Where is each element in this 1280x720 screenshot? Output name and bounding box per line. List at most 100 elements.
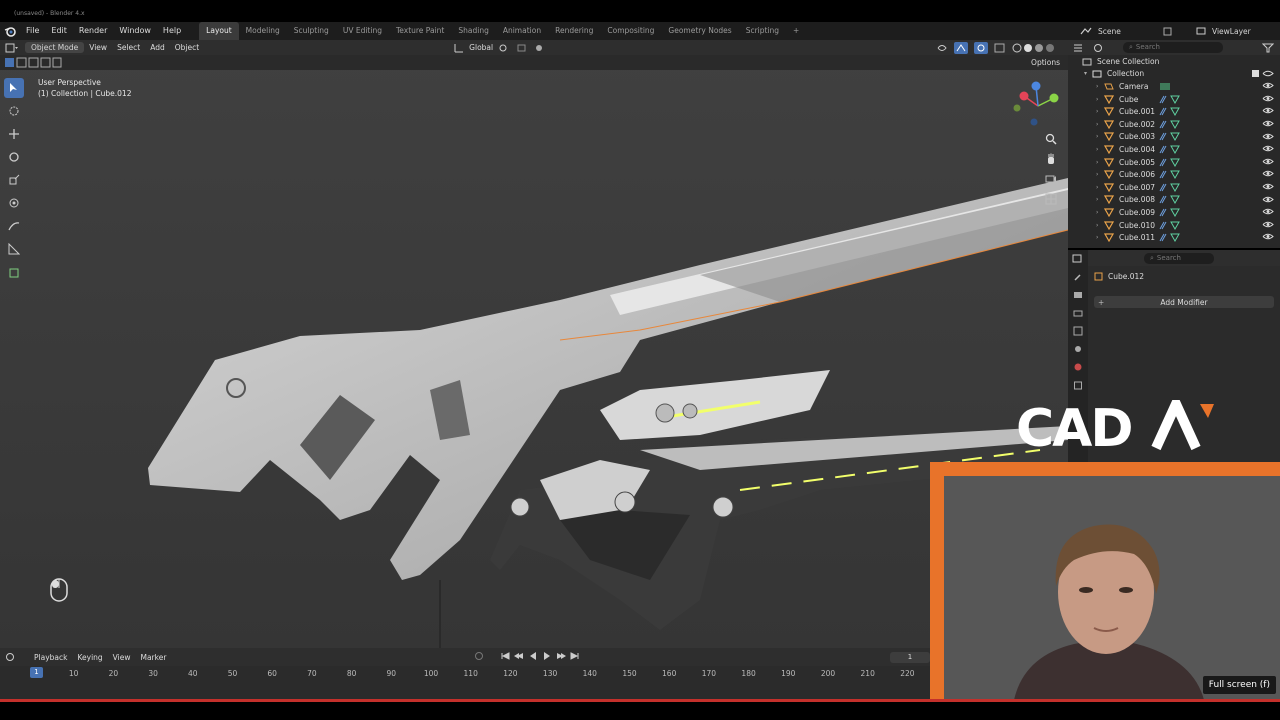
tab-geometry-nodes[interactable]: Geometry Nodes [661,22,738,40]
transform-tool[interactable] [4,193,24,213]
object-mode-dropdown[interactable]: Object Mode [25,42,85,53]
timeline-menu-marker[interactable]: Marker [135,653,171,662]
timeline-menu-keying[interactable]: Keying [72,653,107,662]
eye-icon[interactable] [1262,195,1274,204]
eye-icon[interactable] [1262,232,1274,241]
eye-icon[interactable] [1262,106,1274,115]
expand-arrow-icon[interactable]: › [1096,196,1104,203]
expand-arrow-icon[interactable]: › [1096,108,1104,115]
zoom-button[interactable] [1042,130,1060,148]
expand-arrow-icon[interactable]: › [1096,96,1104,103]
tab-texture-paint[interactable]: Texture Paint [389,22,451,40]
eye-icon[interactable] [1262,132,1274,141]
prev-keyframe-icon[interactable] [514,651,524,661]
viewport-menu-view[interactable]: View [84,43,112,52]
filter-icon[interactable] [1262,43,1274,53]
tab-render[interactable] [1068,286,1088,304]
viewlayer-selector[interactable]: ViewLayer [1196,22,1251,40]
visibility-icon[interactable] [936,43,948,53]
expand-arrow-icon[interactable]: › [1096,171,1104,178]
outliner-collection[interactable]: ▾ Collection [1068,68,1280,81]
outliner-scene-collection[interactable]: Scene Collection [1068,55,1280,68]
expand-arrow-icon[interactable]: › [1096,209,1104,216]
tab-compositing[interactable]: Compositing [600,22,661,40]
next-keyframe-icon[interactable] [556,651,566,661]
timeline-ruler[interactable]: 10 20 30 40 50 60 70 80 90 100 110 120 130 140 150 160 1… [0,668,930,682]
tab-rendering[interactable]: Rendering [548,22,600,40]
menu-edit[interactable]: Edit [45,22,73,40]
eye-icon[interactable] [1262,157,1274,166]
tab-scene[interactable] [1068,340,1088,358]
tab-animation[interactable]: Animation [496,22,548,40]
eye-icon[interactable] [1262,119,1274,128]
tab-tool-settings[interactable] [1068,268,1088,286]
add-cube-tool[interactable] [4,262,24,282]
blender-logo-icon[interactable] [0,22,20,40]
scene-selector[interactable]: Scene [1080,22,1172,40]
eye-icon[interactable] [1262,94,1274,103]
viewport-menu-object[interactable]: Object [170,43,204,52]
expand-arrow-icon[interactable]: › [1096,222,1104,229]
expand-arrow-icon[interactable]: › [1096,184,1104,191]
outliner-item[interactable]: › Cube.005 [1068,156,1280,169]
tab-world[interactable] [1068,358,1088,376]
move-tool[interactable] [4,124,24,144]
eye-icon[interactable] [1262,220,1274,229]
expand-arrow-icon[interactable]: ▾ [1084,70,1092,77]
outliner-item[interactable]: › Cube.008 [1068,194,1280,207]
menu-render[interactable]: Render [73,22,113,40]
expand-arrow-icon[interactable]: › [1096,146,1104,153]
rotate-tool[interactable] [4,147,24,167]
gizmo-toggle-icon[interactable] [954,41,968,54]
viewport-menu-select[interactable]: Select [112,43,145,52]
camera-view-button[interactable] [1042,170,1060,188]
3d-viewport[interactable]: Object Mode View Select Add Object Globa… [0,40,1068,648]
jump-end-icon[interactable] [570,651,580,661]
eye-icon[interactable] [1262,81,1274,90]
jump-start-icon[interactable] [500,651,510,661]
tab-sculpting[interactable]: Sculpting [287,22,336,40]
outliner-item[interactable]: › Cube [1068,93,1280,106]
tab-collection[interactable] [1068,376,1088,394]
select-tool[interactable] [4,78,24,98]
tab-uv-editing[interactable]: UV Editing [336,22,389,40]
expand-arrow-icon[interactable]: › [1096,159,1104,166]
outliner-item[interactable]: › Cube.010 [1068,219,1280,232]
transform-orientation-dropdown[interactable]: Global [464,43,498,52]
tab-scripting[interactable]: Scripting [739,22,786,40]
new-scene-icon[interactable] [1163,27,1172,36]
expand-arrow-icon[interactable]: › [1096,234,1104,241]
eye-icon[interactable] [1262,144,1274,153]
timeline-menu-view[interactable]: View [108,653,136,662]
pan-button[interactable] [1042,150,1060,168]
playhead-frame-indicator[interactable]: 1 [30,667,43,678]
tab-modeling[interactable]: Modeling [239,22,287,40]
menu-help[interactable]: Help [157,22,187,40]
play-reverse-icon[interactable] [528,651,538,661]
viewport-menu-add[interactable]: Add [145,43,170,52]
outliner-editor-icon[interactable] [1073,43,1087,53]
measure-tool[interactable] [4,239,24,259]
menu-file[interactable]: File [20,22,45,40]
outliner-item[interactable]: › Cube.011 [1068,231,1280,244]
outliner-item[interactable]: › Cube.003 [1068,131,1280,144]
play-icon[interactable] [542,651,552,661]
cursor-tool[interactable] [4,101,24,121]
outliner-item[interactable]: › Cube.006 [1068,168,1280,181]
add-modifier-button[interactable]: + Add Modifier [1094,296,1274,308]
add-workspace-button[interactable]: + [786,22,806,40]
tab-layout[interactable]: Layout [199,22,239,40]
display-mode-icon[interactable] [1093,43,1107,53]
outliner-item[interactable]: › Cube.009 [1068,206,1280,219]
eye-icon[interactable] [1262,169,1274,178]
current-frame-field[interactable]: 1 [890,652,930,663]
options-dropdown[interactable]: Options [1031,58,1060,67]
outliner-item[interactable]: › Camera [1068,80,1280,93]
outliner-item[interactable]: › Cube.002 [1068,118,1280,131]
snap-icon[interactable] [516,43,528,53]
navigation-gizmo[interactable] [1010,78,1066,134]
pivot-icon[interactable] [498,43,510,53]
select-mode-icons[interactable] [4,57,62,68]
auto-key-icon[interactable] [474,651,484,661]
eye-icon[interactable] [1262,182,1274,191]
